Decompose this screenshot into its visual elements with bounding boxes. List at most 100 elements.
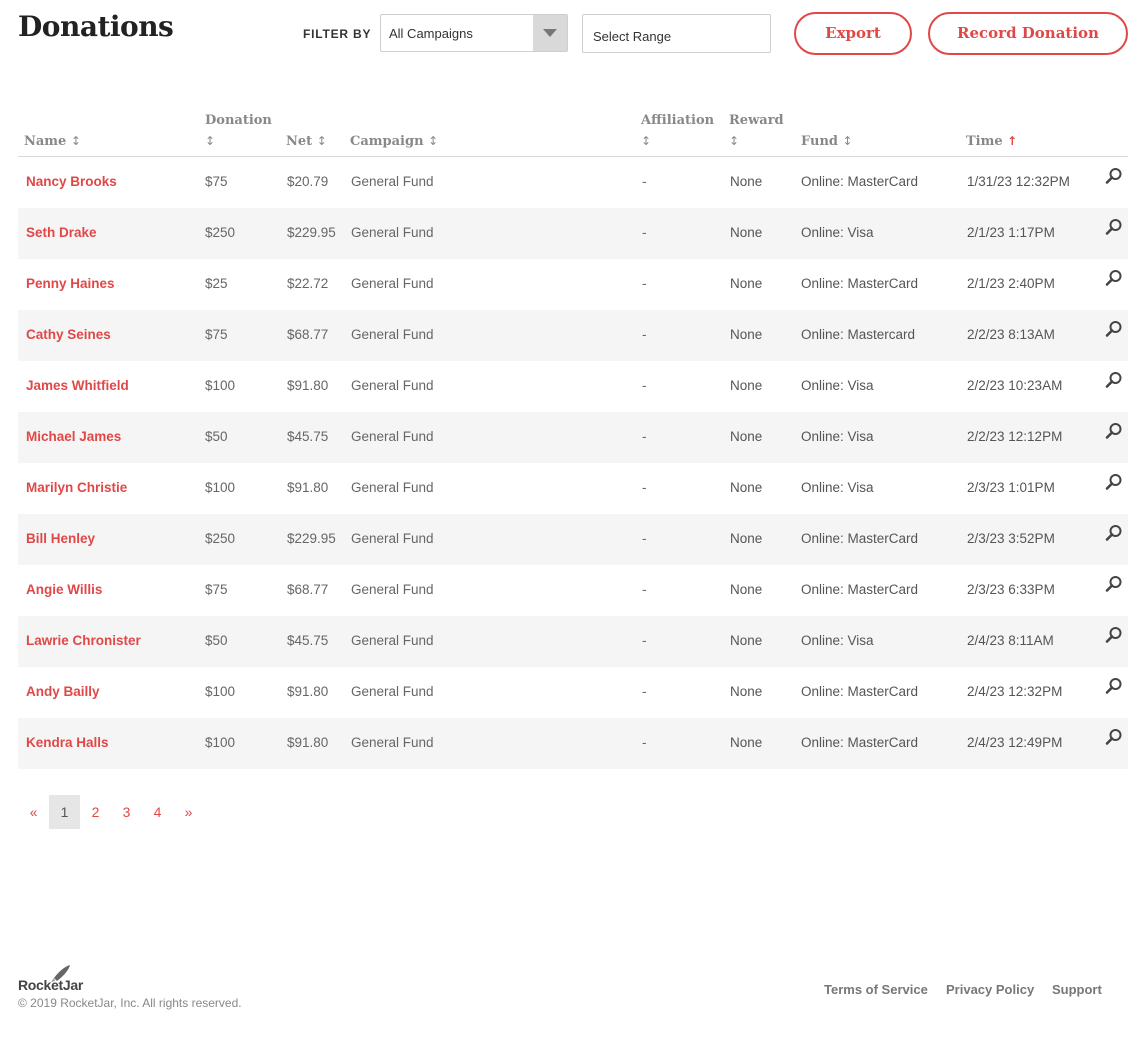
page-title: Donations xyxy=(18,10,174,43)
donor-name-link[interactable]: Penny Haines xyxy=(26,276,115,291)
pagination-next[interactable]: » xyxy=(173,795,204,829)
donation-amount: $100 xyxy=(205,480,236,495)
campaign-cell: General Fund xyxy=(351,582,434,597)
fund-cell: Online: Visa xyxy=(801,480,874,495)
table-row: James Whitfield $100 $91.80 General Fund… xyxy=(18,361,1128,412)
donor-name-link[interactable]: Seth Drake xyxy=(26,225,97,240)
net-amount: $91.80 xyxy=(287,378,329,393)
donations-table: Name ↕ Donation ↕ Net ↕ Campaign ↕ Affili… xyxy=(18,108,1128,769)
column-header-campaign[interactable]: Campaign ↕ xyxy=(350,131,438,152)
campaign-cell: General Fund xyxy=(351,327,434,342)
column-header-reward[interactable]: Reward ↕ xyxy=(729,110,784,152)
campaign-cell: General Fund xyxy=(351,531,434,546)
magnifier-icon[interactable] xyxy=(1105,626,1123,644)
donation-amount: $50 xyxy=(205,429,228,444)
time-cell: 1/31/23 12:32PM xyxy=(967,174,1070,189)
table-row: Michael James $50 $45.75 General Fund - … xyxy=(18,412,1128,463)
pagination-prev[interactable]: « xyxy=(18,795,49,829)
pagination: « 1 2 3 4 » xyxy=(18,795,204,829)
campaign-cell: General Fund xyxy=(351,174,434,189)
affiliation-cell: - xyxy=(642,684,647,699)
column-header-fund[interactable]: Fund ↕ xyxy=(801,131,853,152)
sort-ascending-icon[interactable]: ↑ xyxy=(1007,134,1017,148)
table-row: Andy Bailly $100 $91.80 General Fund - N… xyxy=(18,667,1128,718)
chevron-down-icon[interactable] xyxy=(533,15,567,51)
column-header-name[interactable]: Name ↕ xyxy=(24,131,81,152)
column-header-net[interactable]: Net ↕ xyxy=(286,131,327,152)
donor-name-link[interactable]: Nancy Brooks xyxy=(26,174,117,189)
magnifier-icon[interactable] xyxy=(1105,320,1123,338)
support-link[interactable]: Support xyxy=(1052,982,1102,997)
table-row: Kendra Halls $100 $91.80 General Fund - … xyxy=(18,718,1128,769)
magnifier-icon[interactable] xyxy=(1105,473,1123,491)
table-row: Penny Haines $25 $22.72 General Fund - N… xyxy=(18,259,1128,310)
magnifier-icon[interactable] xyxy=(1105,218,1123,236)
donor-name-link[interactable]: Michael James xyxy=(26,429,121,444)
affiliation-cell: - xyxy=(642,633,647,648)
table-row: Marilyn Christie $100 $91.80 General Fun… xyxy=(18,463,1128,514)
campaign-cell: General Fund xyxy=(351,684,434,699)
donor-name-link[interactable]: James Whitfield xyxy=(26,378,129,393)
campaign-cell: General Fund xyxy=(351,633,434,648)
fund-cell: Online: Visa xyxy=(801,378,874,393)
affiliation-cell: - xyxy=(642,582,647,597)
magnifier-icon[interactable] xyxy=(1105,575,1123,593)
donor-name-link[interactable]: Angie Willis xyxy=(26,582,102,597)
campaign-cell: General Fund xyxy=(351,429,434,444)
magnifier-icon[interactable] xyxy=(1105,524,1123,542)
campaign-select[interactable]: All Campaigns xyxy=(380,14,568,52)
affiliation-cell: - xyxy=(642,174,647,189)
reward-cell: None xyxy=(730,429,763,444)
reward-cell: None xyxy=(730,480,763,495)
donor-name-link[interactable]: Bill Henley xyxy=(26,531,95,546)
donor-name-link[interactable]: Cathy Seines xyxy=(26,327,111,342)
net-amount: $229.95 xyxy=(287,225,336,240)
fund-cell: Online: MasterCard xyxy=(801,684,919,699)
magnifier-icon[interactable] xyxy=(1105,677,1123,695)
export-button[interactable]: Export xyxy=(794,12,912,55)
donor-name-link[interactable]: Kendra Halls xyxy=(26,735,109,750)
affiliation-cell: - xyxy=(642,225,647,240)
sort-icon[interactable]: ↕ xyxy=(729,134,739,148)
donation-amount: $50 xyxy=(205,633,228,648)
donor-name-link[interactable]: Lawrie Chronister xyxy=(26,633,141,648)
magnifier-icon[interactable] xyxy=(1105,371,1123,389)
fund-cell: Online: MasterCard xyxy=(801,276,919,291)
donor-name-link[interactable]: Marilyn Christie xyxy=(26,480,127,495)
reward-cell: None xyxy=(730,276,763,291)
reward-cell: None xyxy=(730,684,763,699)
sort-icon[interactable]: ↕ xyxy=(428,134,438,148)
record-donation-button[interactable]: Record Donation xyxy=(928,12,1128,55)
column-header-donation[interactable]: Donation ↕ xyxy=(205,110,272,152)
privacy-policy-link[interactable]: Privacy Policy xyxy=(946,982,1034,997)
table-row: Bill Henley $250 $229.95 General Fund - … xyxy=(18,514,1128,565)
sort-icon[interactable]: ↕ xyxy=(641,134,651,148)
magnifier-icon[interactable] xyxy=(1105,269,1123,287)
magnifier-icon[interactable] xyxy=(1105,728,1123,746)
table-row: Lawrie Chronister $50 $45.75 General Fun… xyxy=(18,616,1128,667)
column-header-time[interactable]: Time ↑ xyxy=(966,131,1017,152)
magnifier-icon[interactable] xyxy=(1105,422,1123,440)
fund-cell: Online: Mastercard xyxy=(801,327,916,342)
pagination-page-4[interactable]: 4 xyxy=(142,795,173,829)
pagination-page-3[interactable]: 3 xyxy=(111,795,142,829)
magnifier-icon[interactable] xyxy=(1105,167,1123,185)
table-body: Nancy Brooks $75 $20.79 General Fund - N… xyxy=(18,157,1128,769)
pagination-page-2[interactable]: 2 xyxy=(80,795,111,829)
copyright-text: © 2019 RocketJar, Inc. All rights reserv… xyxy=(18,996,242,1010)
date-range-input[interactable] xyxy=(582,14,771,53)
fund-cell: Online: MasterCard xyxy=(801,174,919,189)
sort-icon[interactable]: ↕ xyxy=(71,134,81,148)
pagination-page-1[interactable]: 1 xyxy=(49,795,80,829)
donor-name-link[interactable]: Andy Bailly xyxy=(26,684,100,699)
sort-icon[interactable]: ↕ xyxy=(843,134,853,148)
time-cell: 2/2/23 10:23AM xyxy=(967,378,1063,393)
time-cell: 2/1/23 1:17PM xyxy=(967,225,1055,240)
net-amount: $45.75 xyxy=(287,429,329,444)
sort-icon[interactable]: ↕ xyxy=(205,134,215,148)
sort-icon[interactable]: ↕ xyxy=(317,134,327,148)
column-header-affiliation[interactable]: Affiliation ↕ xyxy=(641,110,714,152)
terms-of-service-link[interactable]: Terms of Service xyxy=(824,982,928,997)
filter-label: FILTER BY xyxy=(303,27,372,41)
donation-amount: $75 xyxy=(205,327,228,342)
